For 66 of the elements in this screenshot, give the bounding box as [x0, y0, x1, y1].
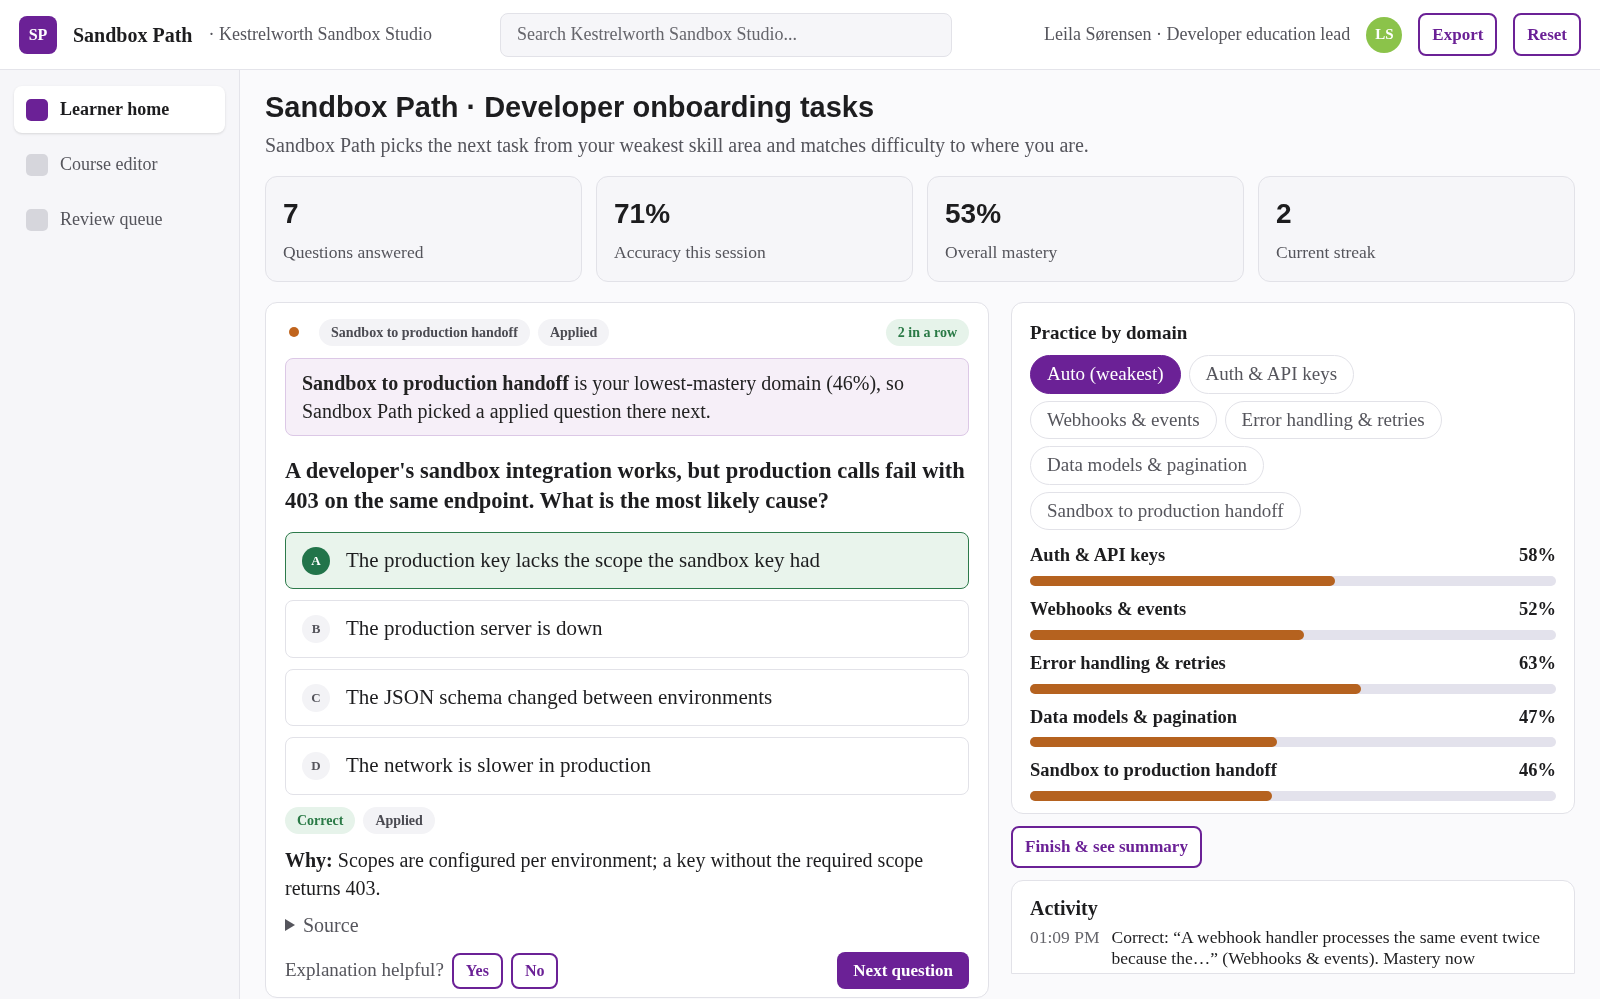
- square-icon: [26, 98, 48, 121]
- next-question-button[interactable]: Next question: [837, 951, 969, 990]
- org-name: · Kestrelworth Sandbox Studio: [208, 23, 432, 46]
- answer-option[interactable]: A The production key lacks the scope the sandbox key had: [285, 531, 969, 590]
- filter-chip[interactable]: Webhooks & events: [1030, 400, 1217, 440]
- domain-name: Auth & API keys: [1030, 544, 1166, 568]
- stat-value: 7: [283, 196, 300, 231]
- mastery-percent: 58%: [1519, 544, 1556, 568]
- stat-value: 2: [1276, 196, 1293, 231]
- source-toggle[interactable]: Source: [285, 909, 969, 940]
- stat-label: Overall mastery: [945, 240, 1059, 264]
- mastery-percent: 47%: [1519, 705, 1556, 729]
- domain-name: Error handling & retries: [1030, 651, 1226, 675]
- finish-button[interactable]: Finish & see summary: [1011, 826, 1202, 868]
- sidebar-item[interactable]: Review queue: [14, 196, 225, 243]
- feedback-button[interactable]: No: [510, 952, 559, 989]
- sidebar-item[interactable]: Learner home: [14, 86, 225, 133]
- tag: Applied: [363, 806, 435, 834]
- mastery-percent: 63%: [1519, 651, 1556, 675]
- user-avatar: LS: [1366, 16, 1403, 53]
- page-subtitle: Sandbox Path picks the next task from your weakest skill area and matches difficulty to where you are.: [265, 132, 1090, 159]
- mastery-percent: 52%: [1519, 598, 1556, 621]
- option-letter: C: [302, 683, 330, 712]
- stat-label: Current streak: [1276, 240, 1377, 264]
- answer-option[interactable]: D The network is slower in production: [285, 737, 969, 795]
- option-letter: B: [302, 615, 330, 643]
- stat-value: 53%: [945, 196, 1003, 231]
- explanation-text: Why: Scopes are configured per environment; a key without the required scope returns 403.: [285, 847, 925, 901]
- filter-chip[interactable]: Sandbox to production handoff: [1030, 491, 1301, 531]
- filter-chip[interactable]: Auth & API keys: [1188, 355, 1355, 394]
- activity-time: 01:09 PM: [1030, 926, 1100, 949]
- result-badge: Correct: [285, 806, 356, 834]
- answer-option[interactable]: C The JSON schema changed between environments: [285, 668, 969, 727]
- activity-text: Correct: “A webhook handler processes the same event twice because the…” (Webhooks & events). Mastery now: [1111, 926, 1542, 969]
- sidebar-item[interactable]: Course editor: [14, 141, 225, 188]
- filter-chip[interactable]: Error handling & retries: [1224, 400, 1442, 440]
- domain-name: Sandbox to production handoff: [1030, 759, 1277, 783]
- filter-chip[interactable]: Auto (weakest): [1030, 355, 1181, 394]
- tag: Sandbox to production handoff: [319, 318, 530, 346]
- recommendation-note: Sandbox to production handoff is your lowest-mastery domain (46%), so Sandbox Path picked a applied question there next.: [285, 357, 969, 436]
- app-name: Sandbox Path: [73, 22, 193, 48]
- header-button[interactable]: Reset: [1513, 12, 1581, 57]
- section-title: Practice by domain: [1030, 320, 1189, 345]
- mastery-percent: 46%: [1519, 759, 1556, 783]
- square-icon: [26, 153, 48, 176]
- stat-label: Accuracy this session: [614, 240, 767, 264]
- filter-chip[interactable]: Data models & pagination: [1030, 446, 1264, 485]
- feedback-button[interactable]: Yes: [451, 952, 503, 989]
- section-title: Activity: [1030, 895, 1099, 922]
- answer-option[interactable]: B The production server is down: [285, 600, 969, 658]
- stat-label: Questions answered: [283, 240, 425, 264]
- app-logo: SP: [19, 15, 57, 54]
- option-letter: D: [302, 752, 330, 780]
- domain-name: Webhooks & events: [1030, 598, 1187, 621]
- question-text: A developer's sandbox integration works, but production calls fail with 403 on the same endpoint. What is the most likely cause?: [285, 456, 966, 515]
- option-letter: A: [302, 546, 330, 575]
- domain-name: Data models & pagination: [1030, 705, 1238, 729]
- user-name: Leila Sørensen · Developer education lead: [1043, 23, 1351, 46]
- stat-value: 71%: [614, 196, 672, 231]
- search-field[interactable]: Search Kestrelworth Sandbox Studio...: [500, 12, 952, 57]
- page-title: Sandbox Path · Developer onboarding tasks: [265, 90, 876, 125]
- header-button[interactable]: Export: [1418, 12, 1498, 57]
- streak-badge: 2 in a row: [885, 318, 969, 346]
- square-icon: [26, 208, 48, 231]
- tag: Applied: [537, 318, 610, 346]
- feedback-prompt: Explanation helpful?: [285, 958, 444, 983]
